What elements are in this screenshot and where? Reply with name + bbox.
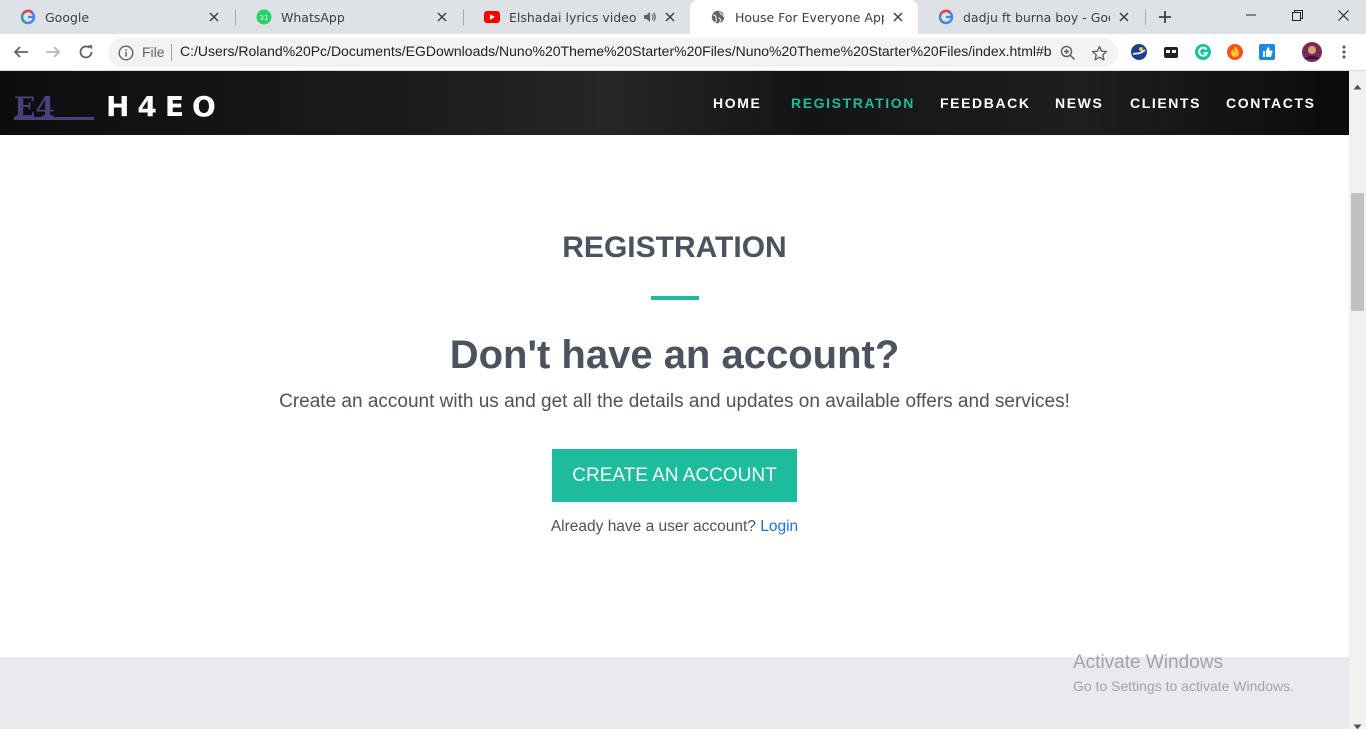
scrollbar-thumb[interactable] bbox=[1351, 193, 1364, 311]
nav-contacts[interactable]: CONTACTS bbox=[1226, 95, 1316, 111]
extension-globe-icon[interactable] bbox=[1129, 42, 1149, 62]
back-icon[interactable] bbox=[8, 39, 34, 65]
login-prompt-text: Already have a user account? bbox=[550, 518, 756, 535]
site-navbar: E4 H4EO HOME REGISTRATION FEEDBACK NEWS … bbox=[0, 71, 1349, 135]
watermark-title: Activate Windows bbox=[1073, 652, 1223, 673]
nav-feedback[interactable]: FEEDBACK bbox=[940, 95, 1031, 111]
close-window-icon[interactable] bbox=[1320, 0, 1366, 30]
zoom-icon[interactable] bbox=[1055, 40, 1081, 66]
site-logo[interactable]: E4 H4EO bbox=[14, 88, 270, 124]
grammarly-icon[interactable] bbox=[1193, 42, 1213, 62]
tab-google-search[interactable]: dadju ft burna boy - Google Se bbox=[918, 0, 1144, 34]
reload-icon[interactable] bbox=[73, 39, 99, 65]
tab-youtube[interactable]: Elshadai lyrics video by H- bbox=[464, 0, 690, 34]
restore-icon[interactable] bbox=[1274, 0, 1320, 30]
omnibox-divider bbox=[171, 44, 172, 61]
login-link[interactable]: Login bbox=[760, 518, 798, 535]
profile-avatar[interactable] bbox=[1302, 42, 1322, 62]
close-tab-icon[interactable] bbox=[434, 9, 450, 25]
speaker-icon[interactable] bbox=[642, 10, 656, 24]
google-icon bbox=[20, 9, 36, 25]
svg-text:31: 31 bbox=[260, 14, 269, 22]
bookmark-star-icon[interactable] bbox=[1086, 40, 1112, 66]
extension-tab-manager-icon[interactable] bbox=[1161, 42, 1181, 62]
watermark-subtitle: Go to Settings to activate Windows. bbox=[1073, 678, 1294, 694]
nav-registration[interactable]: REGISTRATION bbox=[791, 95, 915, 111]
section-title: REGISTRATION bbox=[562, 231, 787, 264]
activate-windows-watermark: Activate Windows Go to Settings to activ… bbox=[1073, 652, 1294, 694]
close-tab-icon[interactable] bbox=[662, 9, 678, 25]
close-tab-icon[interactable] bbox=[890, 9, 906, 25]
globe-icon bbox=[710, 9, 726, 25]
url-text[interactable]: C:/Users/Roland%20Pc/Documents/EGDownloa… bbox=[180, 43, 1052, 59]
whatsapp-icon: 31 bbox=[256, 9, 272, 25]
google-icon bbox=[938, 9, 954, 25]
nav-news[interactable]: NEWS bbox=[1055, 95, 1103, 111]
tab-title: Elshadai lyrics video by H- bbox=[509, 9, 638, 25]
url-scheme-label: File bbox=[142, 44, 165, 60]
tab-house-for-everyone[interactable]: House For Everyone App bbox=[690, 0, 918, 34]
browser-toolbar: File C:/Users/Roland%20Pc/Documents/EGDo… bbox=[0, 34, 1366, 71]
account-description: Create an account with us and get all th… bbox=[279, 391, 1070, 412]
minimize-icon[interactable] bbox=[1228, 0, 1274, 30]
create-account-button[interactable]: CREATE AN ACCOUNT bbox=[552, 449, 797, 502]
close-tab-icon[interactable] bbox=[1116, 9, 1132, 25]
page-scrollbar[interactable] bbox=[1349, 71, 1366, 729]
info-icon[interactable] bbox=[117, 44, 135, 62]
new-tab-icon[interactable] bbox=[1154, 6, 1176, 28]
tab-strip: Google 31 WhatsApp Elshadai lyrics video… bbox=[0, 0, 1366, 34]
svg-text:H4EO: H4EO bbox=[106, 90, 224, 122]
menu-kebab-icon[interactable] bbox=[1334, 42, 1354, 62]
tab-title: Google bbox=[45, 9, 90, 25]
tab-whatsapp[interactable]: 31 WhatsApp bbox=[236, 0, 462, 34]
tab-title: House For Everyone App bbox=[735, 9, 884, 25]
tab-title: dadju ft burna boy - Google Se bbox=[963, 9, 1110, 25]
nav-home[interactable]: HOME bbox=[713, 95, 761, 111]
forward-icon[interactable] bbox=[40, 39, 66, 65]
scroll-down-arrow-icon[interactable] bbox=[1353, 715, 1362, 729]
account-heading: Don't have an account? bbox=[449, 333, 900, 377]
extension-flame-icon[interactable] bbox=[1225, 42, 1245, 62]
tab-title: WhatsApp bbox=[281, 9, 345, 25]
tab-separator bbox=[1145, 9, 1146, 25]
page-viewport: E4 H4EO HOME REGISTRATION FEEDBACK NEWS … bbox=[0, 71, 1349, 729]
youtube-icon bbox=[484, 9, 500, 25]
nav-clients[interactable]: CLIENTS bbox=[1130, 95, 1201, 111]
tab-google[interactable]: Google bbox=[0, 0, 234, 34]
scroll-up-arrow-icon[interactable] bbox=[1353, 75, 1362, 94]
title-underline bbox=[651, 296, 699, 300]
close-tab-icon[interactable] bbox=[206, 9, 222, 25]
login-prompt: Already have a user account? Login bbox=[0, 518, 1349, 536]
extension-thumbs-up-icon[interactable] bbox=[1257, 42, 1277, 62]
address-bar[interactable]: File C:/Users/Roland%20Pc/Documents/EGDo… bbox=[108, 38, 1118, 67]
